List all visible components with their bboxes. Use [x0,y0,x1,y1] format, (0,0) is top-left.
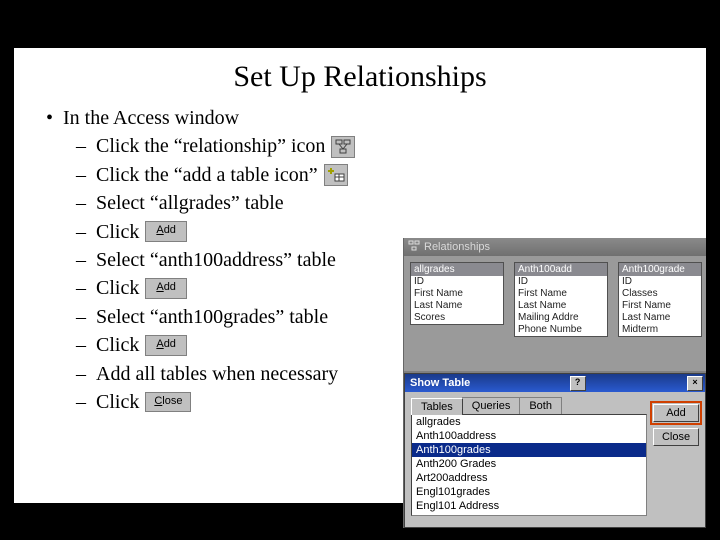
close-button[interactable]: Close [653,428,699,446]
dialog-buttons: Add Close [653,404,699,446]
list-item: – Select “allgrades” table [76,189,706,217]
table-row: Classes [619,288,701,300]
table-row: ID [411,276,503,288]
dash-icon: – [76,189,86,217]
list-item-selected[interactable]: Anth100grades [412,443,646,457]
dash-icon: – [76,132,86,160]
dialog-titlebar: Show Table ? × [405,374,705,392]
list-item[interactable]: Art200address [412,471,646,485]
list-item: – Click the “relationship” icon [76,132,706,160]
add-button[interactable]: Add [145,221,187,242]
table-row: Last Name [515,300,607,312]
table-row: ID [619,276,701,288]
bullet-icon: • [46,104,53,132]
close-button[interactable]: Close [145,392,191,413]
add-button[interactable]: Add [653,404,699,422]
list-item[interactable]: allgrades [412,415,646,429]
tab-queries[interactable]: Queries [462,397,521,414]
dash-icon: – [76,274,86,302]
table-box[interactable]: allgrades ID First Name Last Name Scores [410,262,504,325]
table-row: Mailing Addre [515,312,607,324]
close-icon[interactable]: × [687,376,703,391]
list-item[interactable]: Anth100address [412,429,646,443]
table-box[interactable]: Anth100add ID First Name Last Name Maili… [514,262,608,337]
text: Select “allgrades” table [96,189,284,217]
table-header: Anth100grade [619,263,701,276]
table-row: First Name [619,300,701,312]
text: Add all tables when necessary [96,360,338,388]
text: In the Access window [63,104,239,132]
relationships-window: Relationships allgrades ID First Name La… [403,238,706,528]
text: Click [96,331,139,359]
text: Select “anth100address” table [96,246,336,274]
list-item: • In the Access window [46,104,706,132]
dash-icon: – [76,161,86,189]
list-item: – Click the “add a table icon” [76,161,706,189]
window-icon [408,240,420,255]
question-icon[interactable]: ? [570,376,586,391]
list-item[interactable]: Engl101 Address [412,499,646,513]
text: Click [96,388,139,416]
table-row: Last Name [619,312,701,324]
tab-both[interactable]: Both [519,397,562,414]
list-item[interactable]: Engl101grades [412,485,646,499]
table-box[interactable]: Anth100grade ID Classes First Name Last … [618,262,702,337]
relationship-icon[interactable] [331,136,355,158]
table-row: Midterm [619,324,701,336]
text: Click [96,218,139,246]
list-item[interactable]: Anth200 Grades [412,457,646,471]
window-title: Relationships [424,241,490,253]
dash-icon: – [76,331,86,359]
table-header: allgrades [411,263,503,276]
tab-tables[interactable]: Tables [411,398,463,415]
text: Click [96,274,139,302]
table-row: Last Name [411,300,503,312]
dash-icon: – [76,218,86,246]
dash-icon: – [76,360,86,388]
dash-icon: – [76,246,86,274]
tables-listbox[interactable]: allgrades Anth100address Anth100grades A… [411,414,647,516]
table-row: First Name [411,288,503,300]
table-header: Anth100add [515,263,607,276]
table-row: Phone Numbe [515,324,607,336]
add-table-icon[interactable] [324,164,348,186]
relationships-canvas: allgrades ID First Name Last Name Scores… [404,256,706,371]
dash-icon: – [76,303,86,331]
slide-title: Set Up Relationships [14,60,706,94]
text: Click the “add a table icon” [96,161,318,189]
text: Select “anth100grades” table [96,303,328,331]
table-row: ID [515,276,607,288]
text: Click the “relationship” icon [96,132,325,160]
show-table-dialog: Show Table ? × Tables Queries Both allgr… [404,373,706,528]
slide: Set Up Relationships • In the Access win… [14,48,706,503]
dash-icon: – [76,388,86,416]
add-button[interactable]: Add [145,278,187,299]
dialog-title: Show Table [410,377,470,389]
table-row: First Name [515,288,607,300]
add-button[interactable]: Add [145,335,187,356]
table-row: Scores [411,312,503,324]
window-titlebar: Relationships [404,238,706,256]
